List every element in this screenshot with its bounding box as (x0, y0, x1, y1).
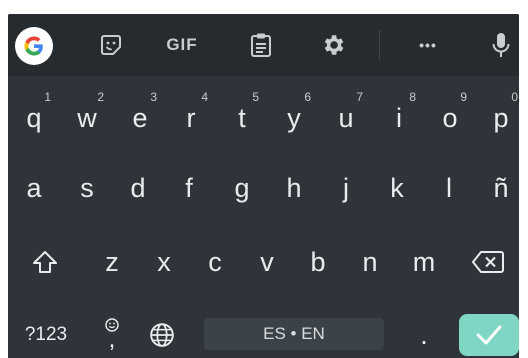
key-label: u (338, 102, 354, 133)
gear-icon (324, 35, 344, 55)
settings-button[interactable] (316, 28, 350, 62)
space-key[interactable]: ES • EN (204, 318, 384, 350)
key-hint: 2 (97, 90, 104, 104)
key-y[interactable]: y6 (276, 90, 312, 140)
google-logo-button[interactable] (14, 26, 54, 66)
key-e[interactable]: e3 (122, 90, 158, 140)
key-p[interactable]: p0 (483, 90, 519, 140)
key-v[interactable]: v (249, 240, 285, 284)
language-key[interactable] (142, 314, 182, 356)
key-hint: 4 (201, 90, 208, 104)
voice-input-button[interactable] (486, 28, 516, 62)
key-w[interactable]: w2 (69, 90, 105, 140)
shift-icon (33, 251, 57, 273)
key-hint: 3 (150, 90, 157, 104)
key-r[interactable]: r4 (173, 90, 209, 140)
backspace-key[interactable] (466, 240, 510, 284)
key-t[interactable]: t5 (224, 90, 260, 140)
key-j[interactable]: j (328, 166, 364, 210)
sticker-button[interactable] (94, 28, 128, 62)
key-hint: 1 (44, 90, 51, 104)
key-hint: 6 (304, 90, 311, 104)
emoji-comma-key[interactable]: , (92, 310, 132, 356)
gif-button[interactable]: GIF (160, 28, 204, 62)
clipboard-icon (251, 33, 271, 57)
key-k[interactable]: k (379, 166, 415, 210)
enter-key[interactable] (459, 314, 519, 356)
key-label: o (442, 102, 458, 133)
shift-key[interactable] (24, 240, 66, 284)
key-o[interactable]: o9 (432, 90, 468, 140)
key-x[interactable]: x (146, 240, 182, 284)
toolbar-divider (379, 30, 380, 60)
key-n[interactable]: n (352, 240, 388, 284)
key-g[interactable]: g (224, 166, 260, 210)
key-hint: 7 (356, 90, 363, 104)
comma-label: , (108, 326, 116, 353)
backspace-icon (472, 251, 504, 273)
sticker-icon (101, 35, 121, 55)
key-hint: 5 (252, 90, 259, 104)
key-label: t (238, 102, 246, 133)
key-hint: 9 (460, 90, 467, 104)
key-i[interactable]: i8 (381, 90, 417, 140)
key-m[interactable]: m (406, 240, 442, 284)
key-c[interactable]: c (197, 240, 233, 284)
key-label: p (493, 102, 509, 133)
key-u[interactable]: u7 (328, 90, 364, 140)
clipboard-button[interactable] (244, 28, 278, 62)
key-label: q (26, 102, 42, 133)
key-d[interactable]: d (120, 166, 156, 210)
google-g-icon (15, 27, 53, 65)
key-q[interactable]: q1 (16, 90, 52, 140)
suggestion-toolbar: GIF ••• (8, 14, 519, 76)
key-label: i (396, 102, 402, 133)
key-z[interactable]: z (94, 240, 130, 284)
key-label: w (77, 102, 97, 133)
symbols-key[interactable]: ?123 (16, 314, 76, 356)
key-a[interactable]: a (16, 166, 52, 210)
key-f[interactable]: f (171, 166, 207, 210)
checkmark-icon (476, 325, 502, 345)
key-l[interactable]: l (431, 166, 467, 210)
key-n-tilde[interactable]: ñ (483, 166, 519, 210)
key-hint: 8 (409, 90, 416, 104)
key-label: e (132, 102, 148, 133)
microphone-icon (492, 33, 510, 57)
key-h[interactable]: h (276, 166, 312, 210)
key-b[interactable]: b (300, 240, 336, 284)
period-key[interactable]: . (406, 314, 442, 356)
globe-icon (150, 323, 174, 347)
more-button[interactable]: ••• (408, 28, 448, 62)
key-hint: 0 (511, 90, 518, 104)
key-label: y (287, 102, 301, 133)
key-s[interactable]: s (69, 166, 105, 210)
keyboard: GIF ••• q1 w2 e3 r 4 t 5 y 6 u 7 i 8 o 9… (8, 14, 519, 358)
key-label: r (186, 102, 196, 133)
